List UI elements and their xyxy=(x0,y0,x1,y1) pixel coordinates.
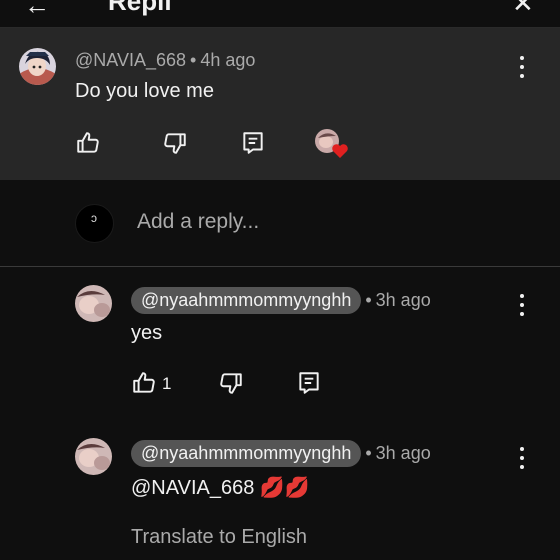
close-icon[interactable]: ✕ xyxy=(512,0,534,19)
dislike-icon[interactable] xyxy=(218,370,244,396)
meta-separator: • xyxy=(365,443,372,463)
meta-separator: • xyxy=(365,290,372,310)
top-bar: ← Repli ✕ xyxy=(0,0,560,28)
user-avatar: ↄ xyxy=(75,204,114,243)
meta-separator: • xyxy=(190,50,197,70)
like-icon[interactable] xyxy=(75,130,101,156)
reply-time: 3h ago xyxy=(375,290,431,310)
reply-text: @NAVIA_668 💋💋 xyxy=(131,477,310,499)
reply-meta: @nyaahmmmommyynghh • 3h ago xyxy=(131,287,431,314)
add-reply-row: ↄ xyxy=(0,180,560,267)
more-options-icon[interactable] xyxy=(512,294,532,316)
reply-time: 3h ago xyxy=(375,443,431,463)
like-icon[interactable] xyxy=(131,370,157,396)
like-count: 1 xyxy=(162,374,172,393)
reply-icon[interactable] xyxy=(240,130,266,156)
translate-link[interactable]: Translate to English xyxy=(131,526,307,549)
creator-heart-icon xyxy=(314,128,350,160)
page-title: Repli xyxy=(108,0,172,16)
reply-input[interactable] xyxy=(137,210,517,234)
reply-author[interactable]: @nyaahmmmommyynghh xyxy=(131,287,362,314)
more-options-icon[interactable] xyxy=(512,56,532,78)
avatar[interactable] xyxy=(19,48,56,85)
more-options-icon[interactable] xyxy=(512,447,532,469)
reply-text: yes xyxy=(131,322,163,344)
reply-meta: @nyaahmmmommyynghh • 3h ago xyxy=(131,440,431,467)
comment-text: Do you love me xyxy=(75,80,214,102)
comment-author[interactable]: @NAVIA_668 xyxy=(75,50,186,70)
comment-meta: @NAVIA_668 • 4h ago xyxy=(75,50,255,71)
avatar[interactable] xyxy=(75,285,112,322)
back-arrow-icon[interactable]: ← xyxy=(24,0,50,21)
reply-icon[interactable] xyxy=(296,370,322,396)
avatar[interactable] xyxy=(75,438,112,475)
reply-author[interactable]: @nyaahmmmommyynghh xyxy=(131,440,362,467)
dislike-icon[interactable] xyxy=(162,130,188,156)
comment-time: 4h ago xyxy=(200,50,256,70)
parent-comment: @NAVIA_668 • 4h ago Do you love me xyxy=(0,28,560,180)
